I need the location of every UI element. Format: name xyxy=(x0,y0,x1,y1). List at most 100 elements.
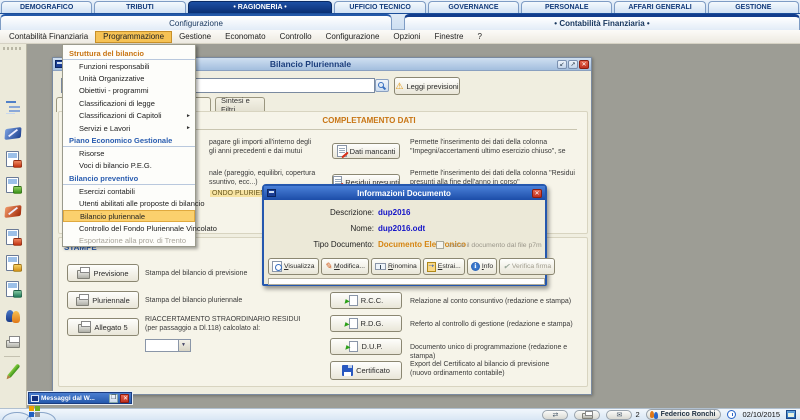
menu-item-voci-bilancio-peg[interactable]: Voci di bilancio P.E.G. xyxy=(63,160,195,172)
menu-header-bilancio-preventivo: Bilancio preventivo xyxy=(63,172,195,186)
tools-red-icon[interactable] xyxy=(4,202,22,220)
save-icon xyxy=(342,365,354,376)
rdg-desc: Referto al controllo di gestione (redazi… xyxy=(410,321,573,328)
tab-governance[interactable]: GOVERNANCE xyxy=(427,1,520,13)
tab-tributi[interactable]: TRIBUTI xyxy=(94,1,186,13)
modifica-button[interactable]: Modifica... xyxy=(320,258,370,275)
dati-mancanti-button[interactable]: Dati mancanti xyxy=(332,143,400,159)
pencil-icon[interactable] xyxy=(4,362,22,380)
menu-item-controllo-fpv[interactable]: Controllo del Fondo Pluriennale Vincolat… xyxy=(63,222,217,234)
previsione-button[interactable]: Previsione xyxy=(67,264,139,282)
tab-ufficio-tecnico[interactable]: UFFICIO TECNICO xyxy=(334,1,426,13)
calendar-icon[interactable] xyxy=(786,410,796,419)
statusbar: ⇄ ✉ 2 Federico Ronchi 02/10/2015 xyxy=(0,408,800,420)
menu-item-risorse[interactable]: Risorse xyxy=(63,147,195,159)
close-icon[interactable] xyxy=(120,393,129,403)
menu-item-unita-organizzative[interactable]: Unità Organizzative xyxy=(63,72,195,84)
menu-help[interactable]: ? xyxy=(470,31,488,43)
visualizza-button[interactable]: Visualizza xyxy=(268,258,319,275)
document-icon[interactable] xyxy=(4,150,22,168)
menu-item-obiettivi-programmi[interactable]: Obiettivi - programmi xyxy=(63,85,195,97)
tab-affari-generali[interactable]: AFFARI GENERALI xyxy=(614,1,706,13)
close-button[interactable] xyxy=(579,59,589,69)
menu-opzioni[interactable]: Opzioni xyxy=(386,31,427,43)
dup-button[interactable]: D.U.P. xyxy=(330,338,402,355)
allegato5-button[interactable]: Allegato 5 xyxy=(67,318,139,336)
tab-gestione[interactable]: GESTIONE xyxy=(707,1,799,13)
document-red-icon[interactable] xyxy=(4,228,22,246)
messages-button[interactable]: ✉ xyxy=(606,409,633,420)
info-button[interactable]: Info xyxy=(466,258,498,275)
pencil-icon xyxy=(325,261,333,272)
menu-configurazione[interactable]: Configurazione xyxy=(319,31,387,43)
toolbar-separator xyxy=(4,356,20,357)
estrai-p7m-checkbox[interactable] xyxy=(436,241,444,249)
menu-header-peg: Piano Economico Gestionale xyxy=(63,134,195,148)
printer-icon[interactable] xyxy=(4,332,22,350)
menu-item-utenti-abilitati[interactable]: Utenti abilitati alle proposte di bilanc… xyxy=(63,198,205,210)
menu-gestione[interactable]: Gestione xyxy=(172,31,218,43)
tools-blue-icon[interactable] xyxy=(4,124,22,142)
tab-personale[interactable]: PERSONALE xyxy=(521,1,613,13)
tab-demografico[interactable]: DEMOGRAFICO xyxy=(1,1,93,13)
menu-controllo[interactable]: Controllo xyxy=(273,31,319,43)
nome-value: dup2016.odt xyxy=(378,224,426,233)
menu-item-classificazioni-capitoli[interactable]: Classificazioni di Capitoli xyxy=(63,110,195,122)
minimize-button[interactable] xyxy=(557,59,567,69)
print-icon xyxy=(78,321,92,333)
halley-logo xyxy=(29,406,40,417)
menu-item-servizi-lavori[interactable]: Servizi e Lavori xyxy=(63,122,195,134)
window-icon xyxy=(31,394,39,402)
tab-contabilita-finanziaria[interactable]: • Contabilità Finanziaria • xyxy=(404,14,800,30)
menu-programmazione[interactable]: Programmazione xyxy=(95,30,173,43)
menu-item-classificazioni-legge[interactable]: Classificazioni di legge xyxy=(63,97,195,109)
top-tab-strip: DEMOGRAFICO TRIBUTI • RAGIONERIA • UFFIC… xyxy=(0,0,800,14)
messaggi-title: Messaggi dal W... xyxy=(41,394,95,402)
document-screen-icon[interactable] xyxy=(4,280,22,298)
toolbar-grip[interactable] xyxy=(3,47,21,50)
rcc-desc: Relazione al conto consuntivo (redazione… xyxy=(410,298,572,305)
estrai-button[interactable]: Estrai... xyxy=(422,258,465,275)
menu-item-funzioni-responsabili[interactable]: Funzioni responsabili xyxy=(63,60,195,72)
transfer-button[interactable]: ⇄ xyxy=(542,409,569,420)
leggi-previsioni-button[interactable]: ⚠ Leggi previsioni xyxy=(394,77,460,95)
info-icon xyxy=(470,262,480,271)
dialog-titlebar[interactable]: Informazioni Documento xyxy=(264,186,545,200)
dialog-icon xyxy=(267,189,276,197)
document-brush-icon[interactable] xyxy=(4,254,22,272)
chevron-down-icon[interactable] xyxy=(178,340,190,351)
nome-label: Nome: xyxy=(350,224,374,233)
rinomina-button[interactable]: Rinomina xyxy=(371,258,421,275)
allegato5-date-combobox[interactable] xyxy=(145,339,191,352)
descrizione-label: Descrizione: xyxy=(329,208,374,217)
user-button[interactable]: Federico Ronchi xyxy=(645,409,722,420)
maximize-button[interactable] xyxy=(568,59,578,69)
rdg-button[interactable]: R.D.G. xyxy=(330,315,402,332)
restore-button[interactable] xyxy=(109,393,118,403)
menu-economato[interactable]: Economato xyxy=(218,31,272,43)
tab-sintesi-filtri[interactable]: Sintesi e Filtri xyxy=(215,96,265,114)
previsione-desc: Stampa del bilancio di previsione xyxy=(145,270,248,277)
tab-configurazione[interactable]: Configurazione xyxy=(0,14,392,30)
descrizione-value: dup2016 xyxy=(378,208,411,217)
print-button[interactable] xyxy=(574,409,601,420)
pluriennale-button[interactable]: Pluriennale xyxy=(67,291,139,309)
printer-icon xyxy=(581,410,593,419)
programmazione-menu: Struttura del bilancio Funzioni responsa… xyxy=(62,44,217,247)
tab-ragioneria[interactable]: • RAGIONERIA • xyxy=(187,1,333,13)
certificato-button[interactable]: Certificato xyxy=(330,361,402,380)
menu-item-esercizi-contabili[interactable]: Esercizi contabili xyxy=(63,185,195,197)
search-button[interactable] xyxy=(375,79,389,92)
menu-contabilita-finanziaria[interactable]: Contabilità Finanziaria xyxy=(2,31,95,43)
message-count: 2 xyxy=(635,410,640,419)
menu-item-bilancio-pluriennale[interactable]: Bilancio pluriennale xyxy=(63,209,195,223)
module-tab-strip: Configurazione • Contabilità Finanziaria… xyxy=(0,14,800,30)
messaggi-minimized-window[interactable]: Messaggi dal W... xyxy=(28,392,132,404)
menu-finestre[interactable]: Finestre xyxy=(428,31,471,43)
document-gears-icon[interactable] xyxy=(4,176,22,194)
structure-icon[interactable] xyxy=(4,98,22,116)
rcc-button[interactable]: R.C.C. xyxy=(330,292,402,309)
tipo-documento-label: Tipo Documento: xyxy=(313,240,374,249)
users-icon[interactable] xyxy=(4,306,22,324)
dialog-close-button[interactable] xyxy=(532,188,542,198)
